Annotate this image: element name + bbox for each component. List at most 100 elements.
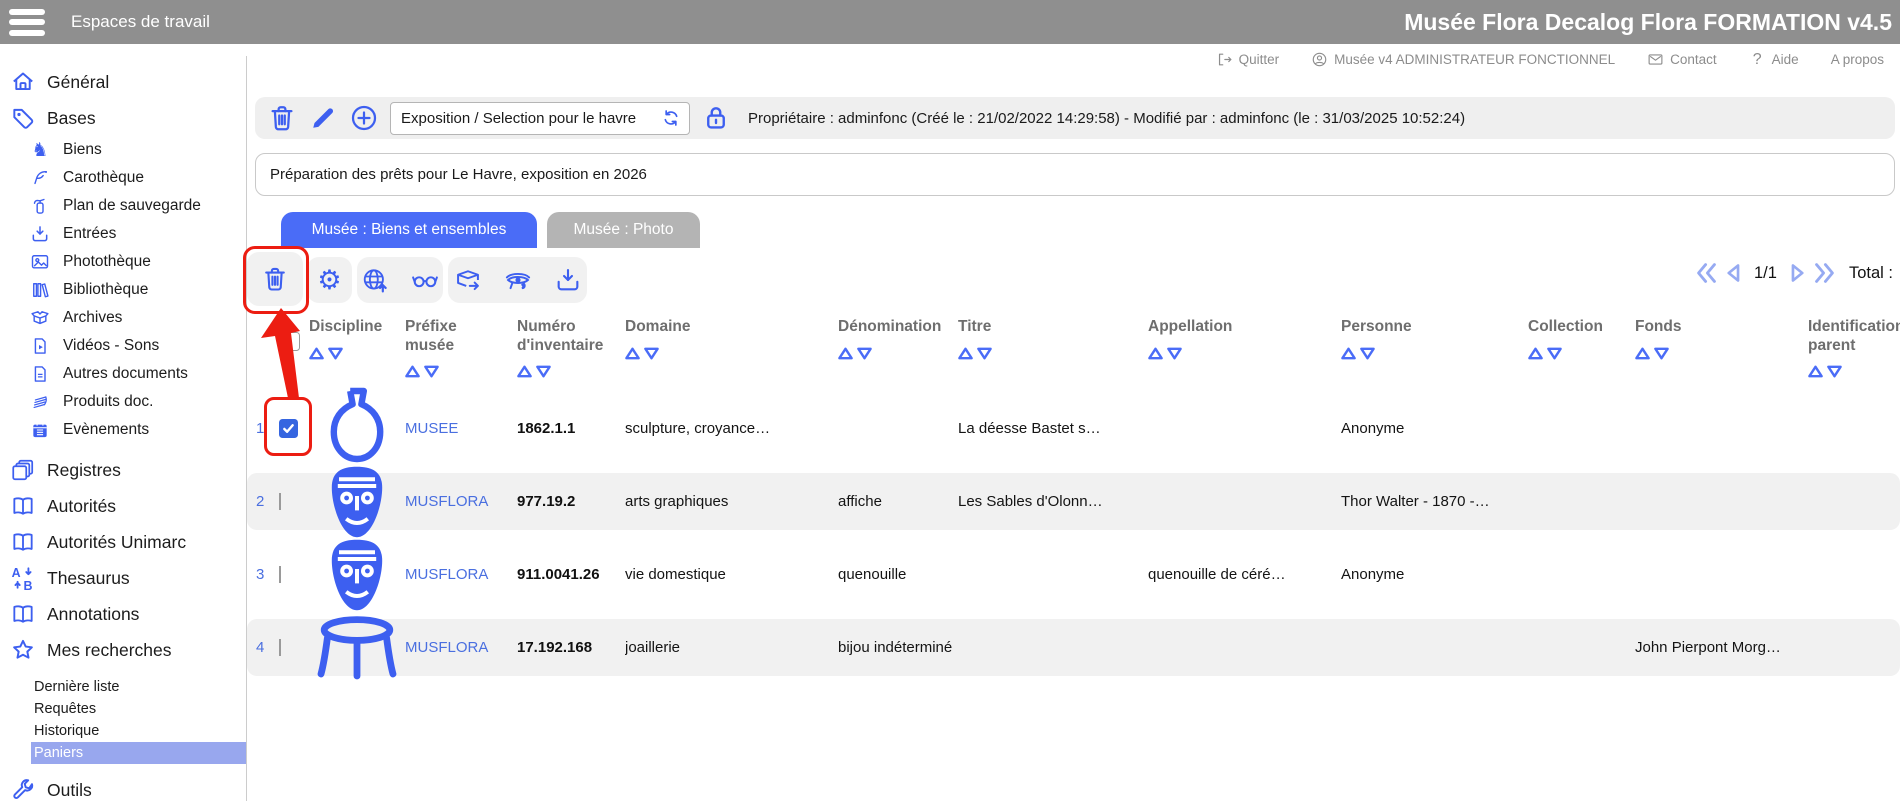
- prefix-link[interactable]: MUSFLORA: [405, 493, 517, 510]
- sidebar-item-mes-recherches[interactable]: Mes recherches: [0, 632, 246, 668]
- sort-desc-icon[interactable]: [857, 347, 872, 360]
- sidebar-item-label: Requêtes: [34, 701, 96, 717]
- sort-asc-icon[interactable]: [405, 365, 420, 378]
- basket-description-field[interactable]: Préparation des prêts pour Le Havre, exp…: [255, 153, 1895, 196]
- sort-desc-icon[interactable]: [424, 365, 439, 378]
- sidebar-item-label: Registres: [47, 460, 121, 481]
- sidebar-item-requetes[interactable]: Requêtes: [31, 698, 246, 720]
- contact-button[interactable]: Contact: [1647, 51, 1717, 68]
- sidebar-item-videos-sons[interactable]: Vidéos - Sons: [0, 332, 246, 360]
- aide-button[interactable]: ? Aide: [1749, 51, 1799, 68]
- sidebar-item-autorites[interactable]: Autorités: [0, 488, 246, 524]
- row-number[interactable]: 3: [247, 566, 279, 583]
- sidebar-item-autres-documents[interactable]: Autres documents: [0, 360, 246, 388]
- sort-desc-icon[interactable]: [977, 347, 992, 360]
- plus-circle-icon[interactable]: [349, 103, 379, 133]
- sidebar-item-outils[interactable]: Outils: [0, 772, 246, 801]
- thesaurus-icon: AB: [10, 565, 36, 591]
- sidebar-item-label: Archives: [63, 309, 122, 327]
- row-checkbox[interactable]: [279, 419, 298, 438]
- sort-asc-icon[interactable]: [1341, 347, 1356, 360]
- pencil-icon[interactable]: [308, 103, 338, 133]
- top-bar: Espaces de travail Musée Flora Decalog F…: [0, 0, 1900, 44]
- sort-desc-icon[interactable]: [328, 347, 343, 360]
- column-header-appellation: Appellation: [1148, 318, 1232, 337]
- row-number[interactable]: 4: [247, 639, 279, 656]
- sidebar-item-produits-doc[interactable]: Produits doc.: [0, 388, 246, 416]
- prefix-link[interactable]: MUSFLORA: [405, 566, 517, 583]
- sort-desc-icon[interactable]: [644, 347, 659, 360]
- lock-icon[interactable]: [701, 103, 731, 133]
- row-number[interactable]: 1: [247, 420, 279, 437]
- basket-selector-value: Exposition / Selection pour le havre: [401, 110, 636, 127]
- chevrons-left-icon[interactable]: [1695, 260, 1718, 286]
- globe-upload-icon[interactable]: [361, 266, 389, 294]
- prefix-link[interactable]: MUSEE: [405, 420, 517, 437]
- sort-asc-icon[interactable]: [958, 347, 973, 360]
- sidebar-item-derniere-liste[interactable]: Dernière liste: [31, 676, 246, 698]
- sidebar-item-biens[interactable]: ♞Biens: [0, 136, 246, 164]
- sort-desc-icon[interactable]: [1547, 347, 1562, 360]
- delete-selection-button[interactable]: [247, 252, 303, 306]
- hamburger-icon[interactable]: [9, 9, 45, 36]
- row-checkbox[interactable]: [279, 639, 281, 656]
- sidebar-item-evenements[interactable]: Evènements: [0, 416, 246, 444]
- sort-desc-icon[interactable]: [1167, 347, 1182, 360]
- triangle-right-icon[interactable]: [1785, 260, 1808, 286]
- triangle-left-icon[interactable]: [1723, 260, 1746, 286]
- select-all-checkbox[interactable]: [281, 332, 300, 351]
- chevrons-right-icon[interactable]: [1813, 260, 1836, 286]
- sort-desc-icon[interactable]: [536, 365, 551, 378]
- row-checkbox-cell: [279, 493, 309, 510]
- row-checkbox[interactable]: [279, 493, 281, 510]
- tab-musee-photo[interactable]: Musée : Photo: [547, 212, 700, 248]
- row-checkbox[interactable]: [279, 566, 281, 583]
- sort-asc-icon[interactable]: [1528, 347, 1543, 360]
- cell-denomination: bijou indéterminé: [838, 639, 958, 656]
- sidebar-item-annotations[interactable]: Annotations: [0, 596, 246, 632]
- sort-asc-icon[interactable]: [1148, 347, 1163, 360]
- box-export-icon[interactable]: [454, 266, 482, 294]
- quitter-button[interactable]: Quitter: [1216, 51, 1280, 68]
- sidebar-item-archives[interactable]: Archives: [0, 304, 246, 332]
- sidebar-item-carotheque[interactable]: Carothèque: [0, 164, 246, 192]
- sort-desc-icon[interactable]: [1360, 347, 1375, 360]
- sidebar-item-bases[interactable]: Bases: [0, 100, 246, 136]
- settings-button[interactable]: ⚙: [307, 257, 352, 303]
- sort-asc-icon[interactable]: [309, 347, 324, 360]
- refresh-icon[interactable]: [661, 108, 681, 128]
- star-icon: [10, 637, 36, 663]
- glasses-icon[interactable]: [411, 266, 439, 294]
- sort-desc-icon[interactable]: [1654, 347, 1669, 360]
- current-user-button[interactable]: Musée v4 ADMINISTRATEUR FONCTIONNEL: [1311, 51, 1615, 68]
- sidebar-item-phototheque[interactable]: Photothèque: [0, 248, 246, 276]
- sidebar-item-autorites-unimarc[interactable]: Autorités Unimarc: [0, 524, 246, 560]
- sort-asc-icon[interactable]: [625, 347, 640, 360]
- sidebar-item-label: Autorités Unimarc: [47, 532, 186, 553]
- tab-musee-biens-et-ensembles[interactable]: Musée : Biens et ensembles: [281, 212, 537, 248]
- download-icon[interactable]: [554, 266, 582, 294]
- sidebar-item-registres[interactable]: Registres: [0, 452, 246, 488]
- sidebar-item-bibliotheque[interactable]: Bibliothèque: [0, 276, 246, 304]
- prefix-link[interactable]: MUSFLORA: [405, 639, 517, 656]
- sidebar-item-thesaurus[interactable]: ABThesaurus: [0, 560, 246, 596]
- sort-asc-icon[interactable]: [838, 347, 853, 360]
- sort-desc-icon[interactable]: [1827, 365, 1842, 378]
- sort-asc-icon[interactable]: [1635, 347, 1650, 360]
- column-header-identification-parent: Identification parent: [1808, 318, 1900, 355]
- sidebar-item-plan-de-sauvegarde[interactable]: Plan de sauvegarde: [0, 192, 246, 220]
- sidebar-item-historique[interactable]: Historique: [31, 720, 246, 742]
- svg-text:A: A: [12, 566, 21, 580]
- table-row: 2MUSFLORA977.19.2arts graphiquesafficheL…: [247, 473, 1900, 530]
- row-number[interactable]: 2: [247, 493, 279, 510]
- a-propos-button[interactable]: A propos: [1831, 52, 1884, 67]
- sidebar-item-paniers[interactable]: Paniers: [31, 742, 246, 764]
- sort-asc-icon[interactable]: [517, 365, 532, 378]
- feather-icon: [30, 168, 50, 188]
- basket-selector[interactable]: Exposition / Selection pour le havre: [390, 102, 690, 135]
- sidebar-item-general[interactable]: Général: [0, 64, 246, 100]
- eye-horus-icon[interactable]: [504, 266, 532, 294]
- sidebar-item-entrees[interactable]: Entrées: [0, 220, 246, 248]
- trash-icon[interactable]: [267, 103, 297, 133]
- sort-asc-icon[interactable]: [1808, 365, 1823, 378]
